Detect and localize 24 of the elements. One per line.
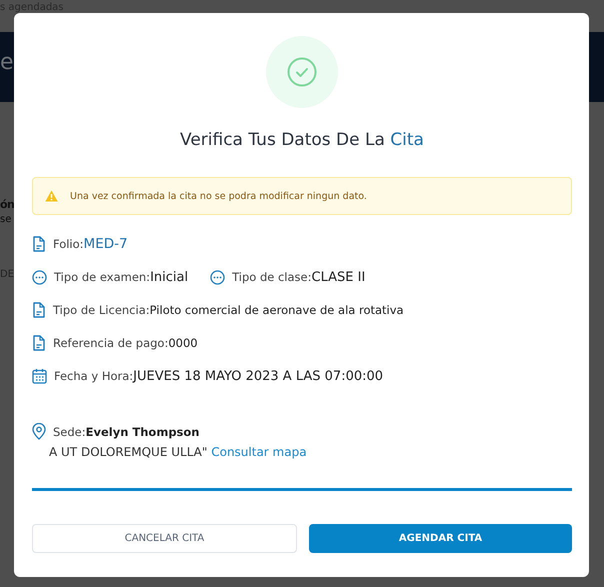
- document-icon: [32, 302, 46, 318]
- calendar-icon: [32, 368, 47, 384]
- location-text: Sede:Evelyn Thompson: [53, 424, 200, 438]
- detail-text: Tipo de clase:CLASE II: [232, 270, 366, 284]
- detail-text: Tipo de examen:Inicial: [54, 270, 188, 284]
- header-text: e: [0, 50, 14, 74]
- schedule-button[interactable]: AGENDAR CITA: [309, 524, 572, 553]
- location-pin-icon: [32, 423, 46, 440]
- section-title: ón: [0, 198, 14, 211]
- document-icon: [32, 236, 46, 252]
- detail-text: Referencia de pago:0000: [53, 336, 198, 350]
- address-text: A UT DOLOREMQUE ULLA" Consultar mapa: [49, 445, 308, 459]
- detail-text: Tipo de Licencia:Piloto comercial de aeronave de ala rotativa: [53, 303, 404, 317]
- more-icon: [32, 270, 47, 284]
- section-text: se: [0, 214, 12, 225]
- dialog-title: Verifica Tus Datos De La Cita: [180, 130, 424, 150]
- document-icon: [32, 335, 46, 351]
- cancel-button[interactable]: CANCELAR CITA: [32, 524, 297, 553]
- alert-text: Una vez confirmada la cita no se podra modificar ningun dato.: [70, 190, 367, 202]
- warning-icon: [45, 190, 58, 202]
- detail-text: Folio:MED-7: [53, 236, 128, 252]
- map-link[interactable]: Consultar mapa: [211, 445, 307, 459]
- more-icon: [210, 270, 226, 284]
- detail-text: Fecha y Hora:JUEVES 18 MAYO 2023 A LAS 07:00:00: [54, 368, 384, 384]
